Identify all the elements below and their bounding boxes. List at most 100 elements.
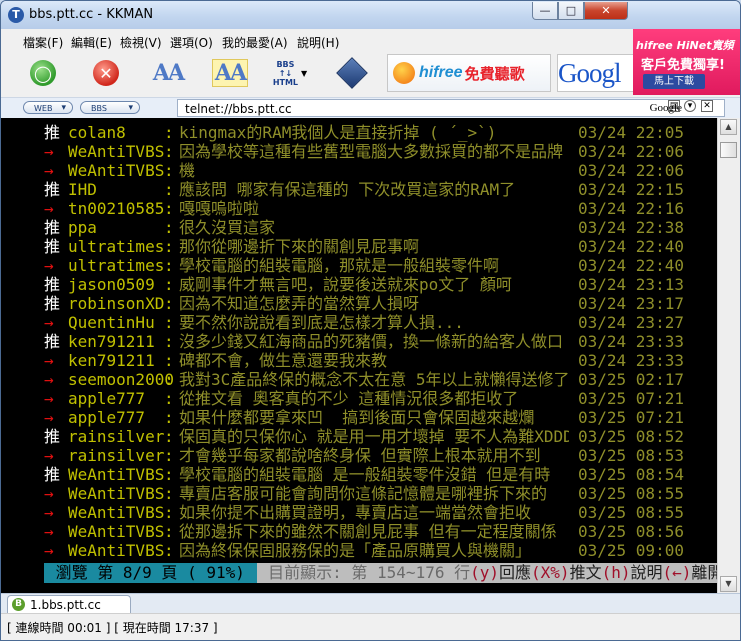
push-comment-row: → tn00210585: 嘎嘎嗚啦啦 03/24 22:16 [1, 199, 717, 218]
hotkey-label: 回應 [499, 563, 532, 582]
comment-time: 03/24 22:38 [578, 218, 684, 237]
comment-time: 03/25 02:17 [578, 370, 684, 389]
comment-text: 才會幾乎每家都說啥終身保 但實際上根本就用不到 [179, 446, 541, 465]
menu-file[interactable]: 檔案(F) [23, 34, 63, 51]
hifree-music-button[interactable]: hifree 免費聽歌 [387, 54, 551, 92]
stop-button[interactable]: ✕ [85, 53, 127, 93]
comment-text: 碑都不會，做生意還要我來教 [179, 351, 388, 370]
separator: : [164, 370, 174, 389]
ad-line: 客戶免費獨享! [641, 58, 725, 73]
menu-favorites[interactable]: 我的最愛(A) [222, 34, 288, 51]
push-tag: → [44, 142, 54, 161]
separator: : [164, 256, 174, 275]
scroll-down-icon[interactable]: ▼ [720, 576, 737, 592]
bbs-mode-dropdown[interactable]: BBS [80, 101, 140, 115]
vertical-scrollbar[interactable]: ▲ ▼ [717, 118, 740, 593]
url-text: telnet://bbs.ptt.cc [185, 102, 292, 116]
pager-status-bar: 瀏覽 第 8/9 頁 ( 91%) 目前顯示: 第 154~176 行(y)回應… [44, 563, 717, 583]
close-button[interactable]: ✕ [584, 2, 628, 20]
push-comment-row: 推 jason0509: 威剛事件才無言吧，說要後送就來po文了 顏呵 03/24 2… [1, 275, 717, 294]
user-id: WeAntiTVBS [68, 503, 165, 522]
separator: : [164, 332, 174, 351]
push-comment-row: 推 colan8: kingmax的RAM我個人是直接折掉 ( ´_>`) 03/24… [1, 123, 717, 142]
ad-download-button[interactable]: 馬上下載 [643, 74, 705, 89]
comment-text: 因為終保保固服務保的是「產品原購買人與機關」 [179, 541, 532, 560]
ad-banner[interactable]: hifree HiNet寬頻 客戶免費獨享! 馬上下載 [633, 29, 740, 95]
hotkey-label: 離開 [691, 563, 717, 582]
comment-time: 03/24 23:13 [578, 275, 684, 294]
maximize-button[interactable]: □ [558, 2, 584, 20]
comment-time: 03/24 22:05 [578, 123, 684, 142]
push-comment-row: 推 rainsilver: 保固真的只保你心 就是用一用才壞掉 要不人為難XDDD 0… [1, 427, 717, 446]
comment-time: 03/24 22:40 [578, 256, 684, 275]
comment-time: 03/24 23:27 [578, 313, 684, 332]
pager-help: 目前顯示: 第 154~176 行(y)回應(X%)推文(h)說明(←)離開 [256, 563, 717, 583]
push-tag: 推 [44, 180, 61, 199]
go-button[interactable]: ◯ [22, 53, 64, 93]
web-mode-dropdown[interactable]: WEB [23, 101, 73, 115]
push-tag: 推 [44, 123, 61, 142]
separator: : [164, 275, 174, 294]
comment-time: 03/24 22:40 [578, 237, 684, 256]
push-comment-row: 推 IHD: 應該問 哪家有保這種的 下次改買這家的RAM了 03/24 22:15 [1, 180, 717, 199]
separator: : [164, 237, 174, 256]
stop-icon: ✕ [93, 60, 119, 86]
font-style-button[interactable]: AA [209, 53, 251, 93]
menu-edit[interactable]: 編輯(E) [71, 34, 112, 51]
separator: : [164, 142, 174, 161]
separator: : [164, 199, 174, 218]
push-tag: 推 [44, 294, 61, 313]
push-comment-row: 推 WeAntiTVBS: 學校電腦的組裝電腦 是一般組裝零件沒錯 但是有時 03/2… [1, 465, 717, 484]
plugin-button[interactable] [331, 53, 373, 93]
google-button[interactable]: Googl [557, 54, 635, 92]
menu-options[interactable]: 選項(O) [170, 34, 213, 51]
separator: : [164, 503, 174, 522]
scroll-thumb[interactable] [720, 142, 737, 158]
comment-time: 03/24 22:06 [578, 161, 684, 180]
separator: : [164, 351, 174, 370]
menu-bar: 檔案(F) 編輯(E) 檢視(V) 選項(O) 我的最愛(A) 說明(H) [1, 31, 631, 51]
push-comment-row: → apple777: 如果什麼都要拿來凹 搞到後面只會保固越來越爛 03/25 07… [1, 408, 717, 427]
search-dropdown-icon[interactable]: ▾ [684, 100, 696, 112]
google-logo: Googl [558, 58, 621, 88]
connection-status: [ 連線時間 00:01 ] [ 現在時間 17:37 ] [7, 621, 218, 635]
bbs-terminal[interactable]: 推 colan8: kingmax的RAM我個人是直接折掉 ( ´_>`) 03/24… [1, 118, 717, 593]
user-id: WeAntiTVBS [68, 142, 165, 161]
push-comment-row: 推 ppa: 很久沒買這家 03/24 22:38 [1, 218, 717, 237]
user-id: WeAntiTVBS [68, 484, 165, 503]
minimize-button[interactable]: — [532, 2, 558, 20]
comment-time: 03/25 08:54 [578, 465, 684, 484]
scroll-up-icon[interactable]: ▲ [720, 119, 737, 135]
user-id: ultratimes [68, 256, 165, 275]
page-indicator: 瀏覽 第 8/9 頁 ( 91%) [44, 563, 257, 583]
separator: : [164, 484, 174, 503]
hotkey: (h) [601, 563, 631, 582]
menu-help[interactable]: 說明(H) [297, 34, 339, 51]
ad-brand: hifree HiNet寬頻 [636, 39, 734, 52]
comment-text: 要不然你說說看到底是怎樣才算人損... [179, 313, 464, 332]
separator: : [164, 541, 174, 560]
menu-view[interactable]: 檢視(V) [120, 34, 162, 51]
comment-text: 如果你提不出購買證明，專賣店這一端當然會拒收 [179, 503, 532, 522]
push-comment-row: → apple777: 從推文看 奧客真的不少 這種情況很多都拒收了 03/25 07… [1, 389, 717, 408]
search-options-icon[interactable]: ▤ [668, 100, 680, 112]
font-larger-button[interactable]: AA [147, 53, 189, 93]
push-comment-row: → ken791211: 碑都不會，做生意還要我來教 03/24 23:33 [1, 351, 717, 370]
close-search-icon[interactable]: ✕ [701, 100, 713, 112]
app-icon[interactable]: T [8, 7, 24, 23]
url-input[interactable]: telnet://bbs.ptt.cc Google [177, 99, 725, 117]
push-comment-row: 推 robinsonXD: 因為不知道怎麼弄的當然算人損呀 03/24 23:17 [1, 294, 717, 313]
comment-text: 因為學校等這種有些舊型電腦大多數採買的都不是品牌 [179, 142, 564, 161]
tab-bbs-ptt[interactable]: B 1.bbs.ptt.cc [7, 595, 131, 613]
push-comment-row: → WeAntiTVBS: 機 03/24 22:06 [1, 161, 717, 180]
bbs-html-button[interactable]: BBS ↑↓ HTML ▼ [269, 53, 311, 93]
comment-text: 學校電腦的組裝電腦 是一般組裝零件沒錯 但是有時 [179, 465, 551, 484]
comment-time: 03/25 08:53 [578, 446, 684, 465]
comment-time: 03/24 23:33 [578, 332, 684, 351]
hotkey-label: 說明 [630, 563, 663, 582]
cube-icon [336, 57, 368, 89]
user-id: rainsilver [68, 446, 165, 465]
title-bar[interactable]: T bbs.ptt.cc - KKMAN [1, 1, 740, 29]
push-comment-row: → rainsilver: 才會幾乎每家都說啥終身保 但實際上根本就用不到 03/25… [1, 446, 717, 465]
app-window: T bbs.ptt.cc - KKMAN — □ ✕ 檔案(F) 編輯(E) 檢… [0, 0, 741, 641]
